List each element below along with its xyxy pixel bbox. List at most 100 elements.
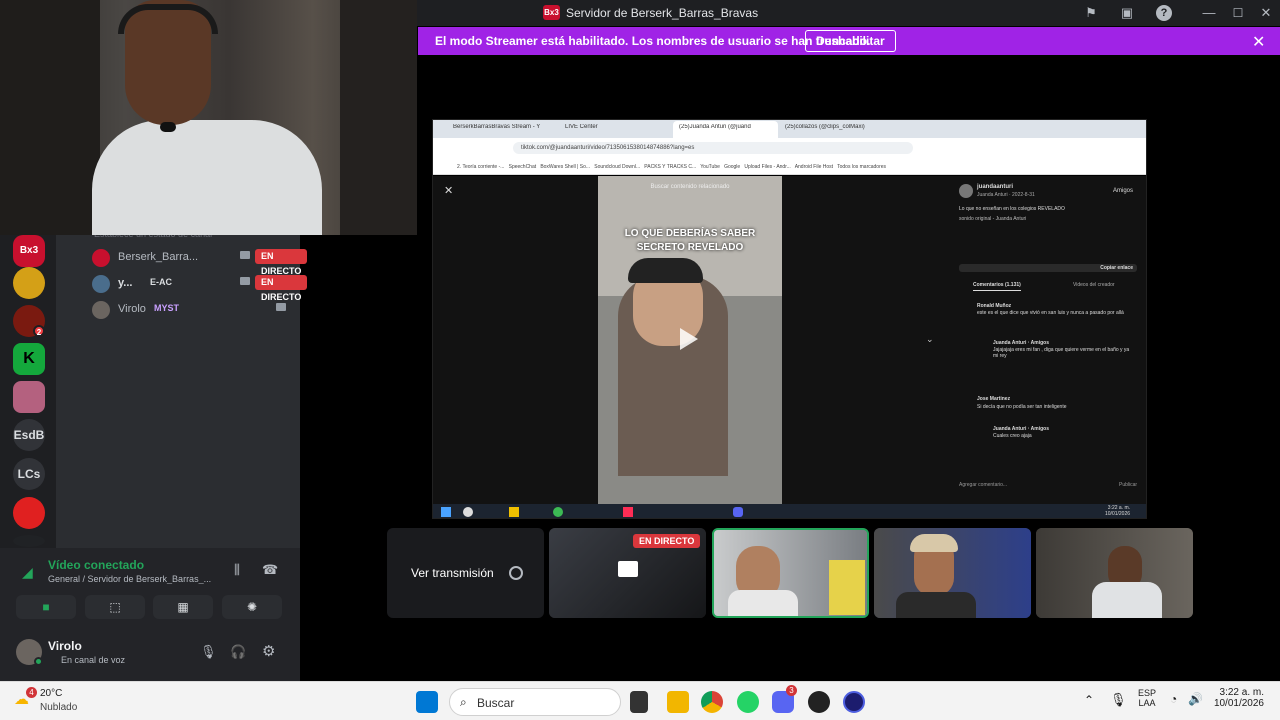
bookmark[interactable]: Soundcloud Downl... — [594, 164, 640, 170]
browser-tab[interactable]: LIVE Center — [565, 124, 655, 130]
streamer-mode-banner: El modo Streamer está habilitado. Los no… — [418, 27, 1280, 55]
bookmark[interactable]: Upload Files - Andr... — [744, 164, 790, 170]
server-icon[interactable] — [13, 535, 45, 547]
headphones-icon[interactable]: 🎧 — [230, 644, 246, 660]
post-comment[interactable]: Publicar — [1119, 482, 1137, 488]
participant-tile-speaking[interactable] — [712, 528, 869, 618]
author-avatar[interactable] — [959, 184, 973, 198]
voice-user[interactable]: y... E-AC EN DIRECTO — [92, 273, 308, 302]
user-name[interactable]: Virolo — [48, 639, 82, 653]
server-icon[interactable]: K — [13, 343, 45, 375]
add-comment-input[interactable]: Agregar comentario... — [959, 482, 1007, 488]
bookmark[interactable]: Google — [724, 164, 740, 170]
streamed-discord-icon — [733, 507, 743, 517]
participant-tile[interactable] — [874, 528, 1031, 618]
friends-button[interactable]: Amigos — [1113, 188, 1133, 194]
voice-location[interactable]: General / Servidor de Berserk_Barras_... — [48, 574, 220, 584]
banner-close-icon[interactable]: ✕ — [1252, 32, 1265, 52]
activities-button[interactable]: ▦ — [153, 595, 213, 619]
webcam-shirt — [92, 120, 322, 235]
server-icon[interactable]: Bx3 — [13, 235, 45, 267]
copy-link[interactable]: Copiar enlace — [1100, 265, 1133, 271]
windows-start-icon[interactable] — [416, 691, 438, 713]
weather-badge: 4 — [26, 687, 37, 698]
file-explorer-icon[interactable] — [667, 691, 689, 713]
search-placeholder: Buscar — [477, 696, 515, 710]
browser-toolbar: tiktok.com/@juandaanturi/video/713506153… — [433, 138, 1146, 158]
user-tag: E-AC — [150, 277, 172, 287]
voice-user[interactable]: Berserk_Barra... EN DIRECTO — [92, 247, 308, 276]
watch-stream-button[interactable]: Ver transmisión — [409, 562, 496, 584]
stream-tile-live[interactable]: EN DIRECTO — [549, 528, 706, 618]
minimize-icon[interactable]: — — [1201, 5, 1217, 21]
app-icon[interactable] — [843, 691, 865, 713]
comment-user[interactable]: Juanda Anturi · Amigos — [993, 340, 1049, 346]
taskbar-search[interactable]: ⌕ Buscar — [449, 688, 621, 716]
obs-icon[interactable] — [808, 691, 830, 713]
browser-tab[interactable]: (25)collazos (@clips_colMaxi) — [785, 124, 890, 130]
date: 10/01/2026 — [1213, 698, 1264, 709]
window-close-icon[interactable]: ✕ — [1258, 5, 1274, 21]
taskbar-clock[interactable]: 3:22 a. m. 10/01/2026 — [1208, 687, 1264, 709]
server-icon[interactable] — [13, 497, 45, 529]
language-indicator[interactable]: ESP LAA — [1138, 688, 1156, 708]
tray-chevron-icon[interactable]: ⌃ — [1084, 693, 1094, 707]
voice-user[interactable]: Virolo MYST — [92, 299, 292, 321]
url-bar[interactable]: tiktok.com/@juandaanturi/video/713506153… — [513, 142, 913, 154]
noise-suppression-icon[interactable]: ⫼ — [234, 562, 240, 578]
bookmark[interactable]: Android File Host — [795, 164, 833, 170]
bookmark[interactable]: 2. Teoría corriente -... — [457, 164, 504, 170]
bookmark[interactable]: YouTube — [700, 164, 720, 170]
avatar — [92, 301, 110, 319]
browser-tab-active[interactable]: (25)Juanda Anturi (@juand — [673, 121, 778, 138]
bookmark[interactable]: SpeechChat — [509, 164, 537, 170]
tray-mic-icon[interactable]: 🎙 — [1110, 692, 1127, 708]
sound-name[interactable]: sonido original - Juanda Anturi — [959, 216, 1026, 222]
disconnect-icon[interactable]: ☎ — [262, 562, 278, 578]
weather-condition: Nublado — [40, 702, 78, 713]
bookmark[interactable]: PACKS Y TRACKS C... — [644, 164, 696, 170]
browser-tab[interactable]: BerserkBarrasBravas Stream - Y — [453, 124, 558, 130]
play-icon[interactable] — [680, 328, 698, 350]
popout-icon[interactable] — [509, 566, 523, 580]
help-icon[interactable]: ? — [1156, 5, 1172, 21]
creator-videos-tab[interactable]: Videos del creador — [1073, 282, 1115, 288]
participant-cap — [910, 534, 958, 552]
voice-status: Vídeo conectado — [48, 558, 145, 572]
voice-user-name: y... — [118, 277, 133, 289]
author-name[interactable]: juandaanturi — [977, 184, 1013, 190]
share-screen-button[interactable]: ⬚ — [85, 595, 145, 619]
task-view-icon[interactable] — [630, 691, 648, 713]
comment-user[interactable]: Ronald Muñoz — [977, 303, 1011, 309]
comments-tab[interactable]: Comentarios (1.131) — [973, 282, 1021, 291]
wifi-icon[interactable]: ◔ — [1170, 692, 1177, 706]
comment-user[interactable]: Juanda Anturi · Amigos — [993, 426, 1049, 432]
inbox-icon[interactable]: ▣ — [1119, 5, 1135, 21]
server-icon[interactable]: EsdB — [13, 419, 45, 451]
chrome-icon[interactable] — [701, 691, 723, 713]
related-search[interactable]: Buscar contenido relacionado — [598, 184, 782, 190]
camera-toggle-button[interactable]: ■ — [16, 595, 76, 619]
next-video-icon[interactable]: ⌄ — [926, 334, 934, 345]
video-link-field[interactable]: Copiar enlace — [959, 264, 1137, 272]
stream-tile-preview[interactable]: Ver transmisión — [387, 528, 544, 618]
disable-streamer-button[interactable]: Deshabilitar — [805, 30, 896, 52]
whatsapp-icon[interactable] — [737, 691, 759, 713]
comment-user[interactable]: Jose Martinez — [977, 396, 1010, 402]
bookmark[interactable]: BoxWares Shell | So... — [540, 164, 590, 170]
server-icon[interactable] — [13, 267, 45, 299]
server-icon[interactable] — [13, 381, 45, 413]
server-icon[interactable]: LCs — [13, 458, 45, 490]
flag-icon[interactable]: ⚑ — [1083, 5, 1099, 21]
player-close-icon[interactable]: ✕ — [444, 184, 453, 197]
volume-icon[interactable]: 🔊 — [1188, 692, 1203, 706]
microphone-icon[interactable]: 🎙 — [200, 644, 217, 660]
temperature[interactable]: 20°C — [40, 688, 62, 699]
participant-tile[interactable] — [1036, 528, 1193, 618]
bookmark[interactable]: Todos los marcadores — [837, 164, 886, 170]
soundboard-button[interactable]: ✺ — [222, 595, 282, 619]
tiktok-video[interactable]: Buscar contenido relacionado LO QUE DEBE… — [598, 176, 782, 504]
maximize-icon[interactable]: ☐ — [1230, 5, 1246, 21]
online-status-icon — [34, 657, 43, 666]
settings-gear-icon[interactable]: ⚙ — [262, 642, 275, 660]
